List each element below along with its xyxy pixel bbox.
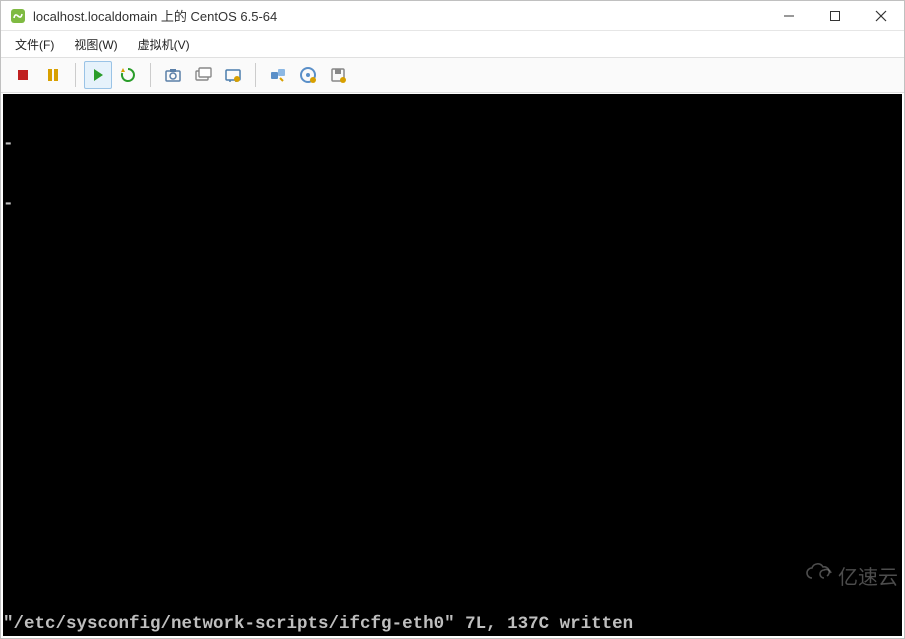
menu-bar: 文件(F) 视图(W) 虚拟机(V) xyxy=(1,31,904,57)
terminal-line: "/etc/sysconfig/network-scripts/ifcfg-et… xyxy=(3,614,902,634)
toolbar xyxy=(1,57,904,93)
minimize-button[interactable] xyxy=(766,1,812,30)
window-title: localhost.localdomain 上的 CentOS 6.5-64 xyxy=(33,6,766,25)
stop-button[interactable] xyxy=(9,61,37,89)
menu-file[interactable]: 文件(F) xyxy=(7,34,62,55)
terminal-line: - xyxy=(3,194,902,214)
app-icon xyxy=(9,7,27,25)
menu-view[interactable]: 视图(W) xyxy=(66,34,125,55)
terminal-blank xyxy=(3,254,902,574)
terminal-line: - xyxy=(3,134,902,154)
window-controls xyxy=(766,1,904,30)
toolbar-separator xyxy=(75,63,76,87)
title-bar: localhost.localdomain 上的 CentOS 6.5-64 xyxy=(1,1,904,31)
toolbar-separator xyxy=(150,63,151,87)
pause-button[interactable] xyxy=(39,61,67,89)
restart-button[interactable] xyxy=(114,61,142,89)
play-button[interactable] xyxy=(84,61,112,89)
toolbar-separator xyxy=(255,63,256,87)
close-button[interactable] xyxy=(858,1,904,30)
menu-vm[interactable]: 虚拟机(V) xyxy=(130,34,198,55)
connect-device-button[interactable] xyxy=(264,61,292,89)
maximize-button[interactable] xyxy=(812,1,858,30)
snapshot-button[interactable] xyxy=(159,61,187,89)
vm-settings-button[interactable] xyxy=(219,61,247,89)
vm-console[interactable]: - - "/etc/sysconfig/network-scripts/ifcf… xyxy=(3,94,902,636)
floppy-button[interactable] xyxy=(324,61,352,89)
snapshot-manager-button[interactable] xyxy=(189,61,217,89)
cdrom-button[interactable] xyxy=(294,61,322,89)
